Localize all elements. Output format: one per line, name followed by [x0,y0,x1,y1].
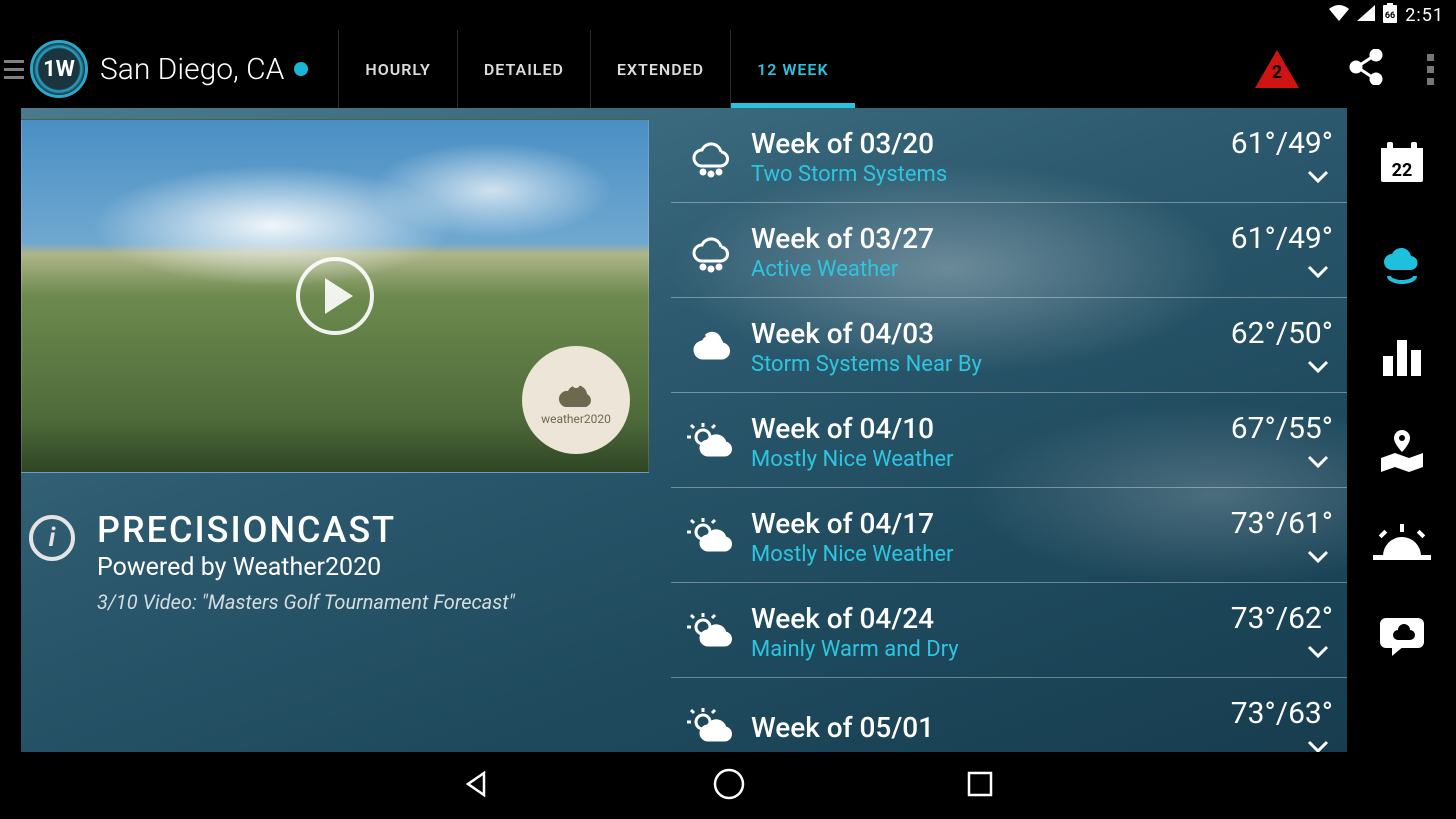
tab-hourly[interactable]: HOURLY [338,30,457,108]
alert-count: 2 [1271,62,1283,83]
right-rail: 22 [1347,108,1456,752]
calendar-button[interactable]: 22 [1377,140,1427,190]
week-temps: 62°/50° [1231,316,1333,351]
forecast-row[interactable]: Week of 03/27Active Weather61°/49° [671,203,1347,298]
android-status-bar: 66 2:51 [0,0,1456,30]
week-temps: 73°/61° [1231,506,1333,541]
video-thumbnail[interactable]: weather2020 [21,119,649,473]
chevron-down-icon [1231,549,1329,568]
forecast-row[interactable]: Week of 04/17Mostly Nice Weather73°/61° [671,488,1347,583]
weather-icon [671,516,751,558]
forecast-tabs: HOURLY DETAILED EXTENDED 12 WEEK [338,30,854,108]
week-title: Week of 04/10 [751,412,1231,445]
chevron-down-icon [1231,739,1329,752]
share-button[interactable] [1349,49,1383,89]
weather-icon [671,326,751,368]
week-title: Week of 05/01 [751,711,1231,744]
week-title: Week of 03/27 [751,222,1231,255]
comment-button[interactable] [1378,616,1426,662]
main-content: weather2020 i PRECISIONCAST Powered by W… [21,108,1347,752]
info-description: 3/10 Video: "Masters Golf Tournament For… [97,590,515,614]
weather-icon [671,136,751,178]
weather-icon [671,231,751,273]
info-icon[interactable]: i [29,515,75,561]
week-title: Week of 04/17 [751,507,1231,540]
week-subtitle: Two Storm Systems [751,162,1231,187]
forecast-row[interactable]: Week of 03/20Two Storm Systems61°/49° [671,108,1347,203]
chevron-down-icon [1231,359,1329,378]
week-subtitle: Storm Systems Near By [751,352,1231,377]
weather2020-badge: weather2020 [522,346,630,454]
sunrise-button[interactable] [1371,524,1433,568]
location-selector[interactable]: San Diego, CA [100,52,308,87]
forecast-row[interactable]: Week of 04/10Mostly Nice Weather67°/55° [671,393,1347,488]
wifi-icon [1329,5,1349,26]
week-subtitle: Mainly Warm and Dry [751,637,1231,662]
play-icon [296,257,374,335]
signal-icon [1357,5,1375,26]
alerts-button[interactable]: 2 [1255,50,1299,88]
chevron-down-icon [1231,169,1329,188]
week-subtitle: Active Weather [751,257,1231,282]
forecast-list[interactable]: Week of 03/20Two Storm Systems61°/49°Wee… [671,108,1347,752]
forecast-row[interactable]: Week of 04/03Storm Systems Near By62°/50… [671,298,1347,393]
hamburger-menu-button[interactable] [0,56,28,83]
info-title: PRECISIONCAST [97,509,515,551]
week-title: Week of 04/03 [751,317,1231,350]
svg-text:66: 66 [1385,11,1395,21]
chevron-down-icon [1231,644,1329,663]
badge-label: weather2020 [541,412,611,426]
week-subtitle: Mostly Nice Weather [751,447,1231,472]
home-button[interactable] [712,767,746,805]
forecast-row[interactable]: Week of 04/24Mainly Warm and Dry73°/62° [671,583,1347,678]
status-clock: 2:51 [1405,5,1444,26]
week-temps: 61°/49° [1231,221,1333,256]
forecast-row[interactable]: Week of 05/0173°/63° [671,678,1347,752]
week-temps: 73°/63° [1231,696,1333,731]
info-subtitle: Powered by Weather2020 [97,553,515,582]
location-label: San Diego, CA [100,52,284,87]
left-column: weather2020 i PRECISIONCAST Powered by W… [21,108,651,752]
weather-icon [671,611,751,653]
week-title: Week of 04/24 [751,602,1231,635]
week-subtitle: Mostly Nice Weather [751,542,1231,567]
chevron-down-icon [1231,264,1329,283]
map-button[interactable] [1377,428,1427,476]
battery-icon: 66 [1383,3,1397,28]
android-nav-bar [0,752,1456,819]
week-temps: 73°/62° [1231,601,1333,636]
recents-button[interactable] [966,770,994,802]
tab-extended[interactable]: EXTENDED [590,30,730,108]
graphs-button[interactable] [1381,338,1423,380]
chevron-down-icon [1231,454,1329,473]
precisioncast-info: i PRECISIONCAST Powered by Weather2020 3… [29,509,651,614]
globe-weather-button[interactable] [1379,238,1425,290]
overflow-menu-button[interactable] [1427,54,1434,85]
back-button[interactable] [462,769,492,803]
week-temps: 61°/49° [1231,126,1333,161]
svg-text:22: 22 [1391,160,1412,181]
tab-12week[interactable]: 12 WEEK [730,30,855,108]
app-header: 1W San Diego, CA HOURLY DETAILED EXTENDE… [0,30,1456,108]
week-title: Week of 03/20 [751,127,1231,160]
location-indicator-icon [294,62,308,76]
tab-detailed[interactable]: DETAILED [457,30,590,108]
week-temps: 67°/55° [1231,411,1333,446]
weather-icon [671,706,751,748]
weather-icon [671,421,751,463]
app-logo[interactable]: 1W [30,40,88,98]
